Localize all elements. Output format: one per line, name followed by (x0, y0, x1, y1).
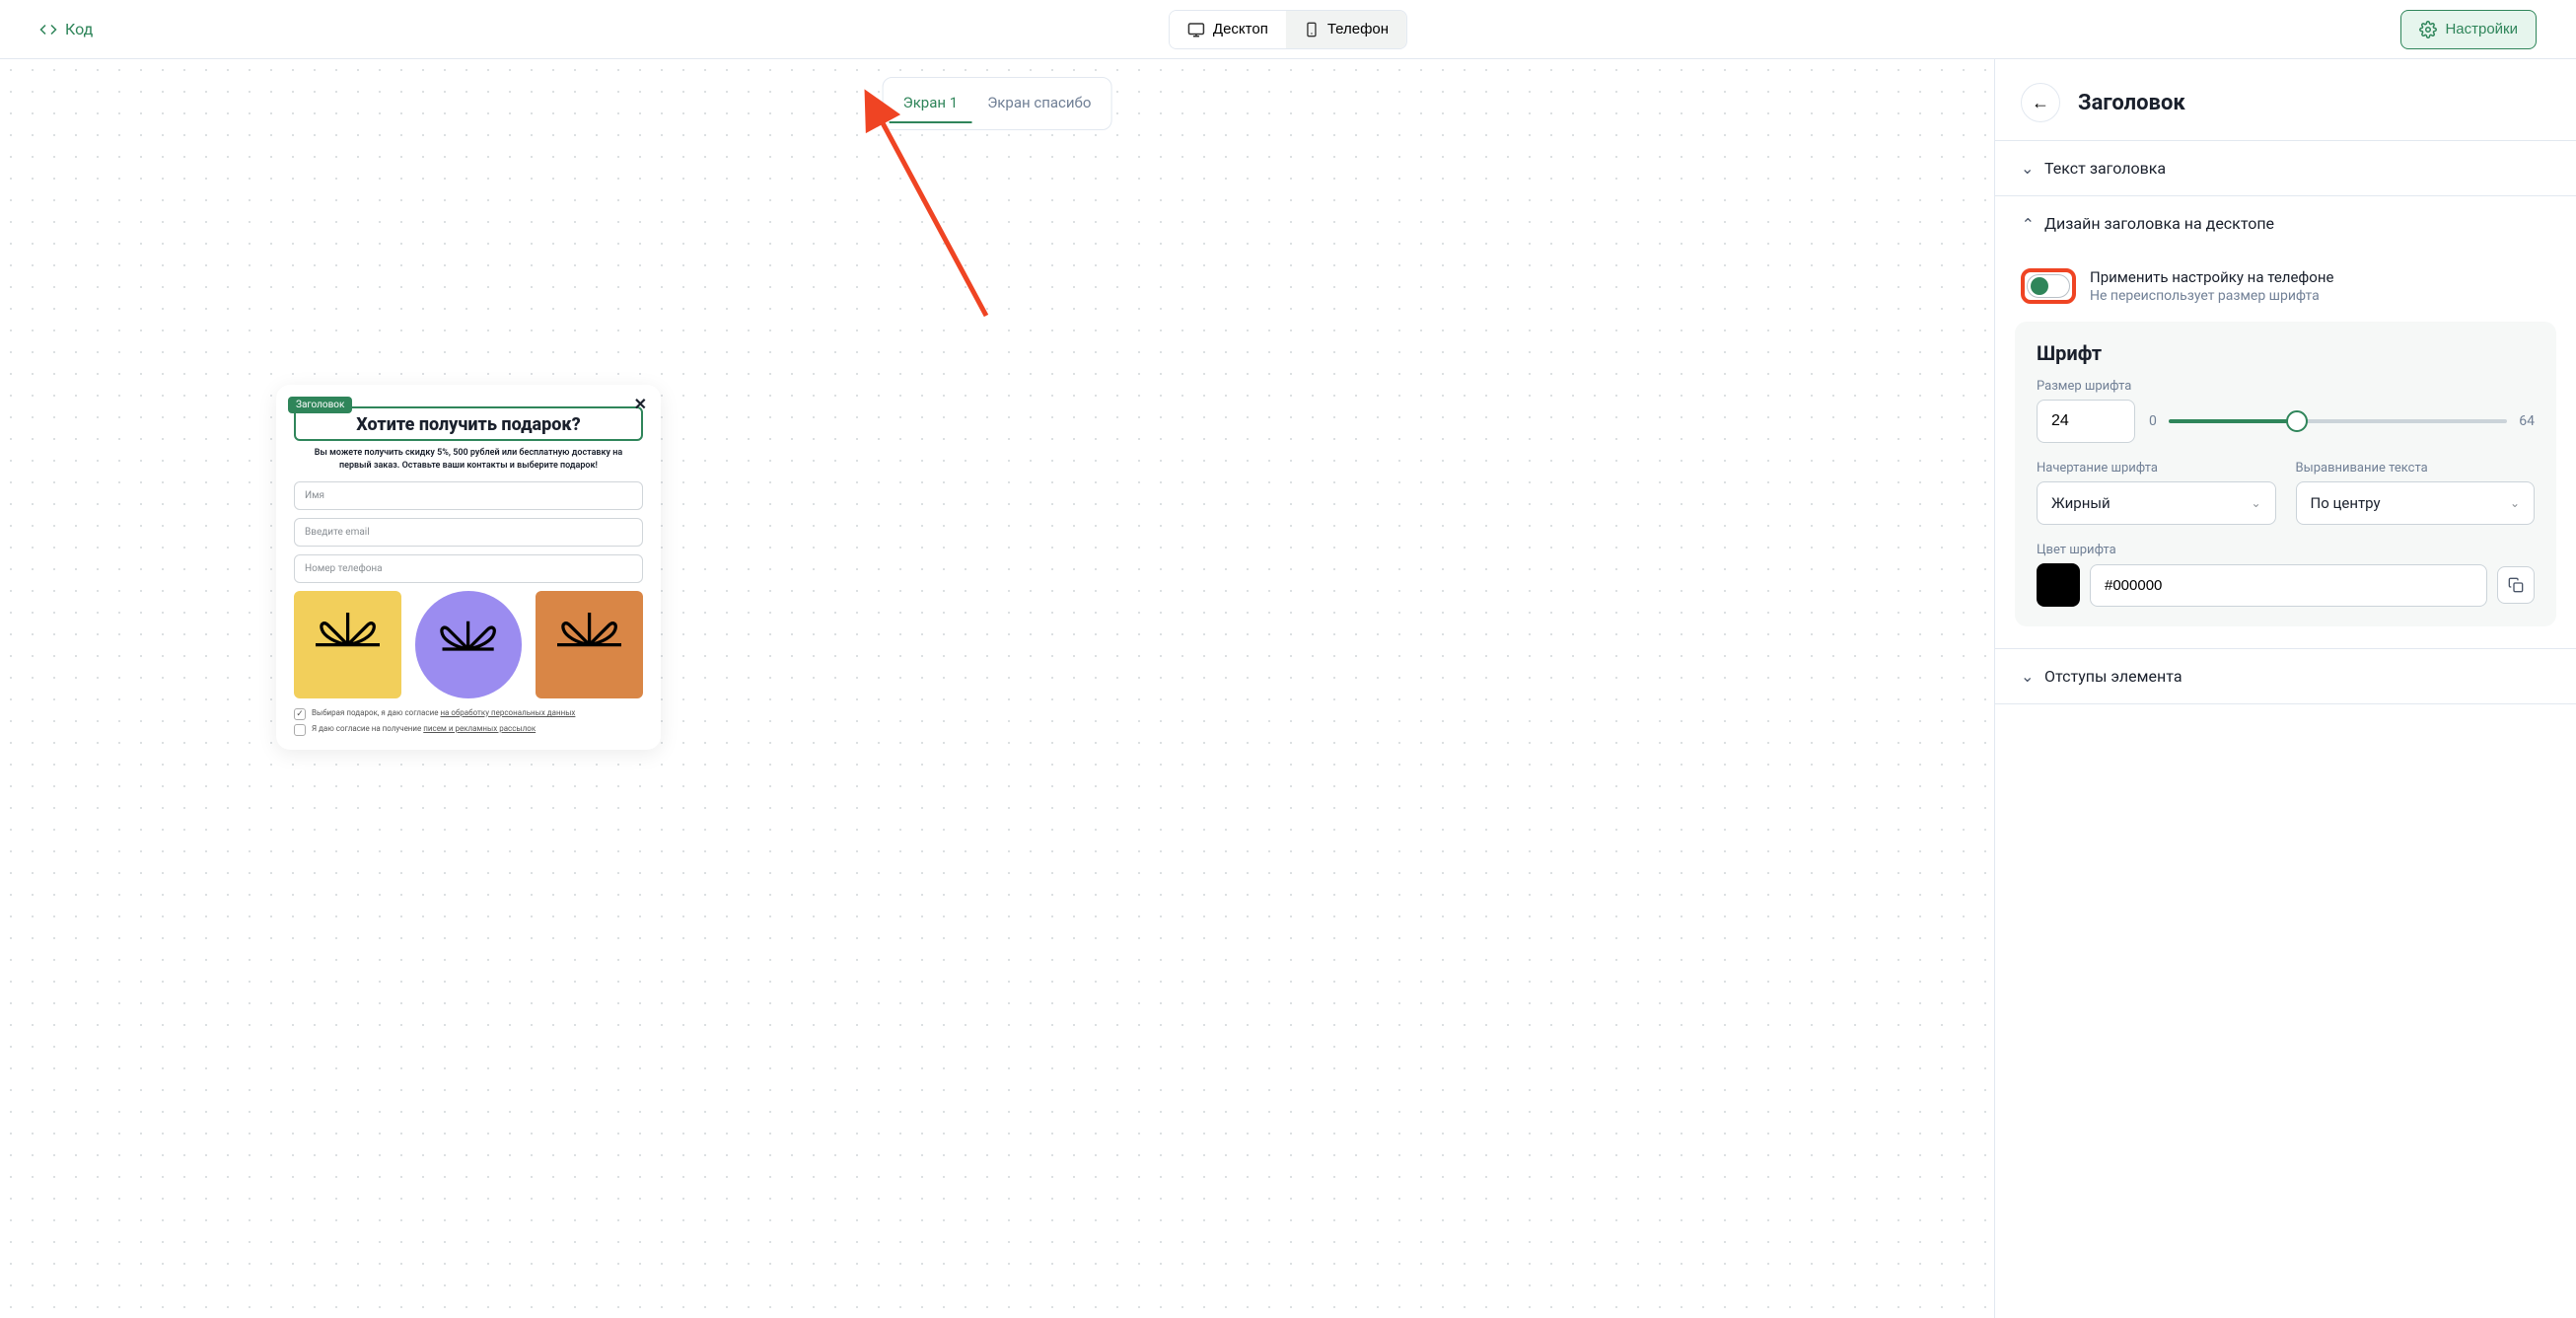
consent-text: Выбирая подарок, я даю согласие (312, 708, 440, 717)
gift-option-1[interactable] (294, 591, 401, 698)
code-icon (39, 21, 57, 38)
color-swatch[interactable] (2037, 563, 2080, 607)
gift-option-3[interactable] (536, 591, 643, 698)
toggle-knob (2031, 277, 2048, 295)
popup-input-name[interactable]: Имя (294, 481, 643, 510)
phone-icon (1304, 21, 1320, 38)
text-align-select[interactable]: По центру ⌄ (2296, 481, 2536, 525)
accordion-label: Дизайн заголовка на десктопе (2044, 214, 2274, 233)
font-size-label: Размер шрифта (2037, 379, 2535, 394)
font-weight-select[interactable]: Жирный ⌄ (2037, 481, 2276, 525)
popup-element-badge: Заголовок (288, 397, 352, 413)
accordion-title-text[interactable]: ⌄ Текст заголовка (1995, 141, 2576, 196)
chevron-down-icon: ⌄ (2021, 667, 2035, 686)
slider-min: 0 (2149, 413, 2157, 429)
screen-tabs: Экран 1 Экран спасибо (883, 77, 1112, 130)
back-button[interactable]: ← (2021, 83, 2060, 122)
chevron-down-icon: ⌄ (2021, 159, 2035, 178)
chevron-up-icon: ⌄ (2021, 214, 2035, 233)
device-desktop-label: Десктоп (1213, 21, 1268, 37)
color-hex-input[interactable] (2090, 564, 2487, 607)
popup-title: Хотите получить подарок? (300, 414, 637, 435)
consent-row-1[interactable]: ✓ Выбирая подарок, я даю согласие на обр… (294, 708, 643, 720)
font-section: Шрифт Размер шрифта 0 64 Начертание шриф… (2015, 322, 2556, 626)
accordion-design-desktop[interactable]: ⌄ Дизайн заголовка на десктопе (1995, 196, 2576, 251)
chevron-down-icon: ⌄ (2510, 496, 2520, 510)
consent-link[interactable]: на обработку персональных данных (440, 708, 575, 717)
slider-handle[interactable] (2286, 410, 2308, 432)
select-value: По центру (2311, 494, 2381, 512)
font-size-input[interactable] (2037, 400, 2135, 443)
font-size-slider[interactable] (2169, 419, 2507, 423)
panel-title: Заголовок (2078, 91, 2185, 115)
device-switch: Десктоп Телефон (1169, 10, 1407, 49)
bow-icon (557, 613, 621, 677)
top-bar: Код Десктоп Телефон Настройки (0, 0, 2576, 59)
settings-label: Настройки (2445, 21, 2518, 37)
screen-tab-1[interactable]: Экран 1 (890, 84, 972, 123)
popup-input-phone[interactable]: Номер телефона (294, 554, 643, 583)
slider-max: 64 (2519, 413, 2535, 429)
popup-close-icon[interactable]: ✕ (634, 395, 647, 413)
device-desktop-button[interactable]: Десктоп (1170, 11, 1286, 48)
toggle-subtitle: Не переиспользует размер шрифта (2090, 288, 2550, 304)
consent-text: Я даю согласие на получение (312, 724, 423, 733)
text-align-label: Выравнивание текста (2296, 461, 2536, 476)
arrow-left-icon: ← (2032, 93, 2049, 113)
code-link[interactable]: Код (39, 20, 93, 38)
accordion-label: Текст заголовка (2044, 159, 2166, 178)
bow-icon (316, 613, 380, 677)
consent-row-2[interactable]: Я даю согласие на получение писем и рекл… (294, 724, 643, 736)
gear-icon (2419, 21, 2437, 38)
chevron-down-icon: ⌄ (2251, 496, 2260, 510)
popup-input-email[interactable]: Введите email (294, 518, 643, 547)
accordion-margins[interactable]: ⌄ Отступы элемента (1995, 648, 2576, 704)
gift-row (294, 591, 643, 698)
select-value: Жирный (2051, 494, 2111, 512)
copy-color-button[interactable] (2497, 566, 2535, 604)
font-section-title: Шрифт (2037, 341, 2535, 365)
gift-option-2[interactable] (415, 591, 523, 698)
popup-subtitle: Вы можете получить скидку 5%, 500 рублей… (298, 447, 639, 472)
screen-tab-thanks[interactable]: Экран спасибо (973, 84, 1105, 123)
desktop-icon (1187, 21, 1205, 38)
device-phone-label: Телефон (1327, 21, 1389, 37)
font-weight-label: Начертание шрифта (2037, 461, 2276, 476)
properties-panel: ← Заголовок ⌄ Текст заголовка ⌄ Дизайн з… (1994, 59, 2576, 1318)
editor-canvas[interactable]: Экран 1 Экран спасибо Заголовок ✕ Хотите… (0, 59, 1994, 1318)
toggle-title: Применить настройку на телефоне (2090, 268, 2550, 286)
copy-icon (2508, 577, 2524, 593)
popup-preview[interactable]: Заголовок ✕ Хотите получить подарок? Вы … (276, 385, 661, 750)
font-color-label: Цвет шрифта (2037, 543, 2535, 557)
checkbox-icon[interactable] (294, 724, 306, 736)
settings-button[interactable]: Настройки (2400, 10, 2537, 49)
code-label: Код (65, 20, 93, 38)
device-phone-button[interactable]: Телефон (1286, 11, 1406, 48)
checkbox-icon[interactable]: ✓ (294, 708, 306, 720)
bow-icon (436, 613, 500, 677)
accordion-label: Отступы элемента (2044, 667, 2182, 686)
apply-phone-toggle[interactable] (2027, 274, 2070, 298)
apply-on-phone-row: Применить настройку на телефоне Не переи… (1995, 251, 2576, 318)
consent-link[interactable]: писем и рекламных рассылок (423, 724, 536, 733)
annotation-highlight (2021, 268, 2076, 304)
